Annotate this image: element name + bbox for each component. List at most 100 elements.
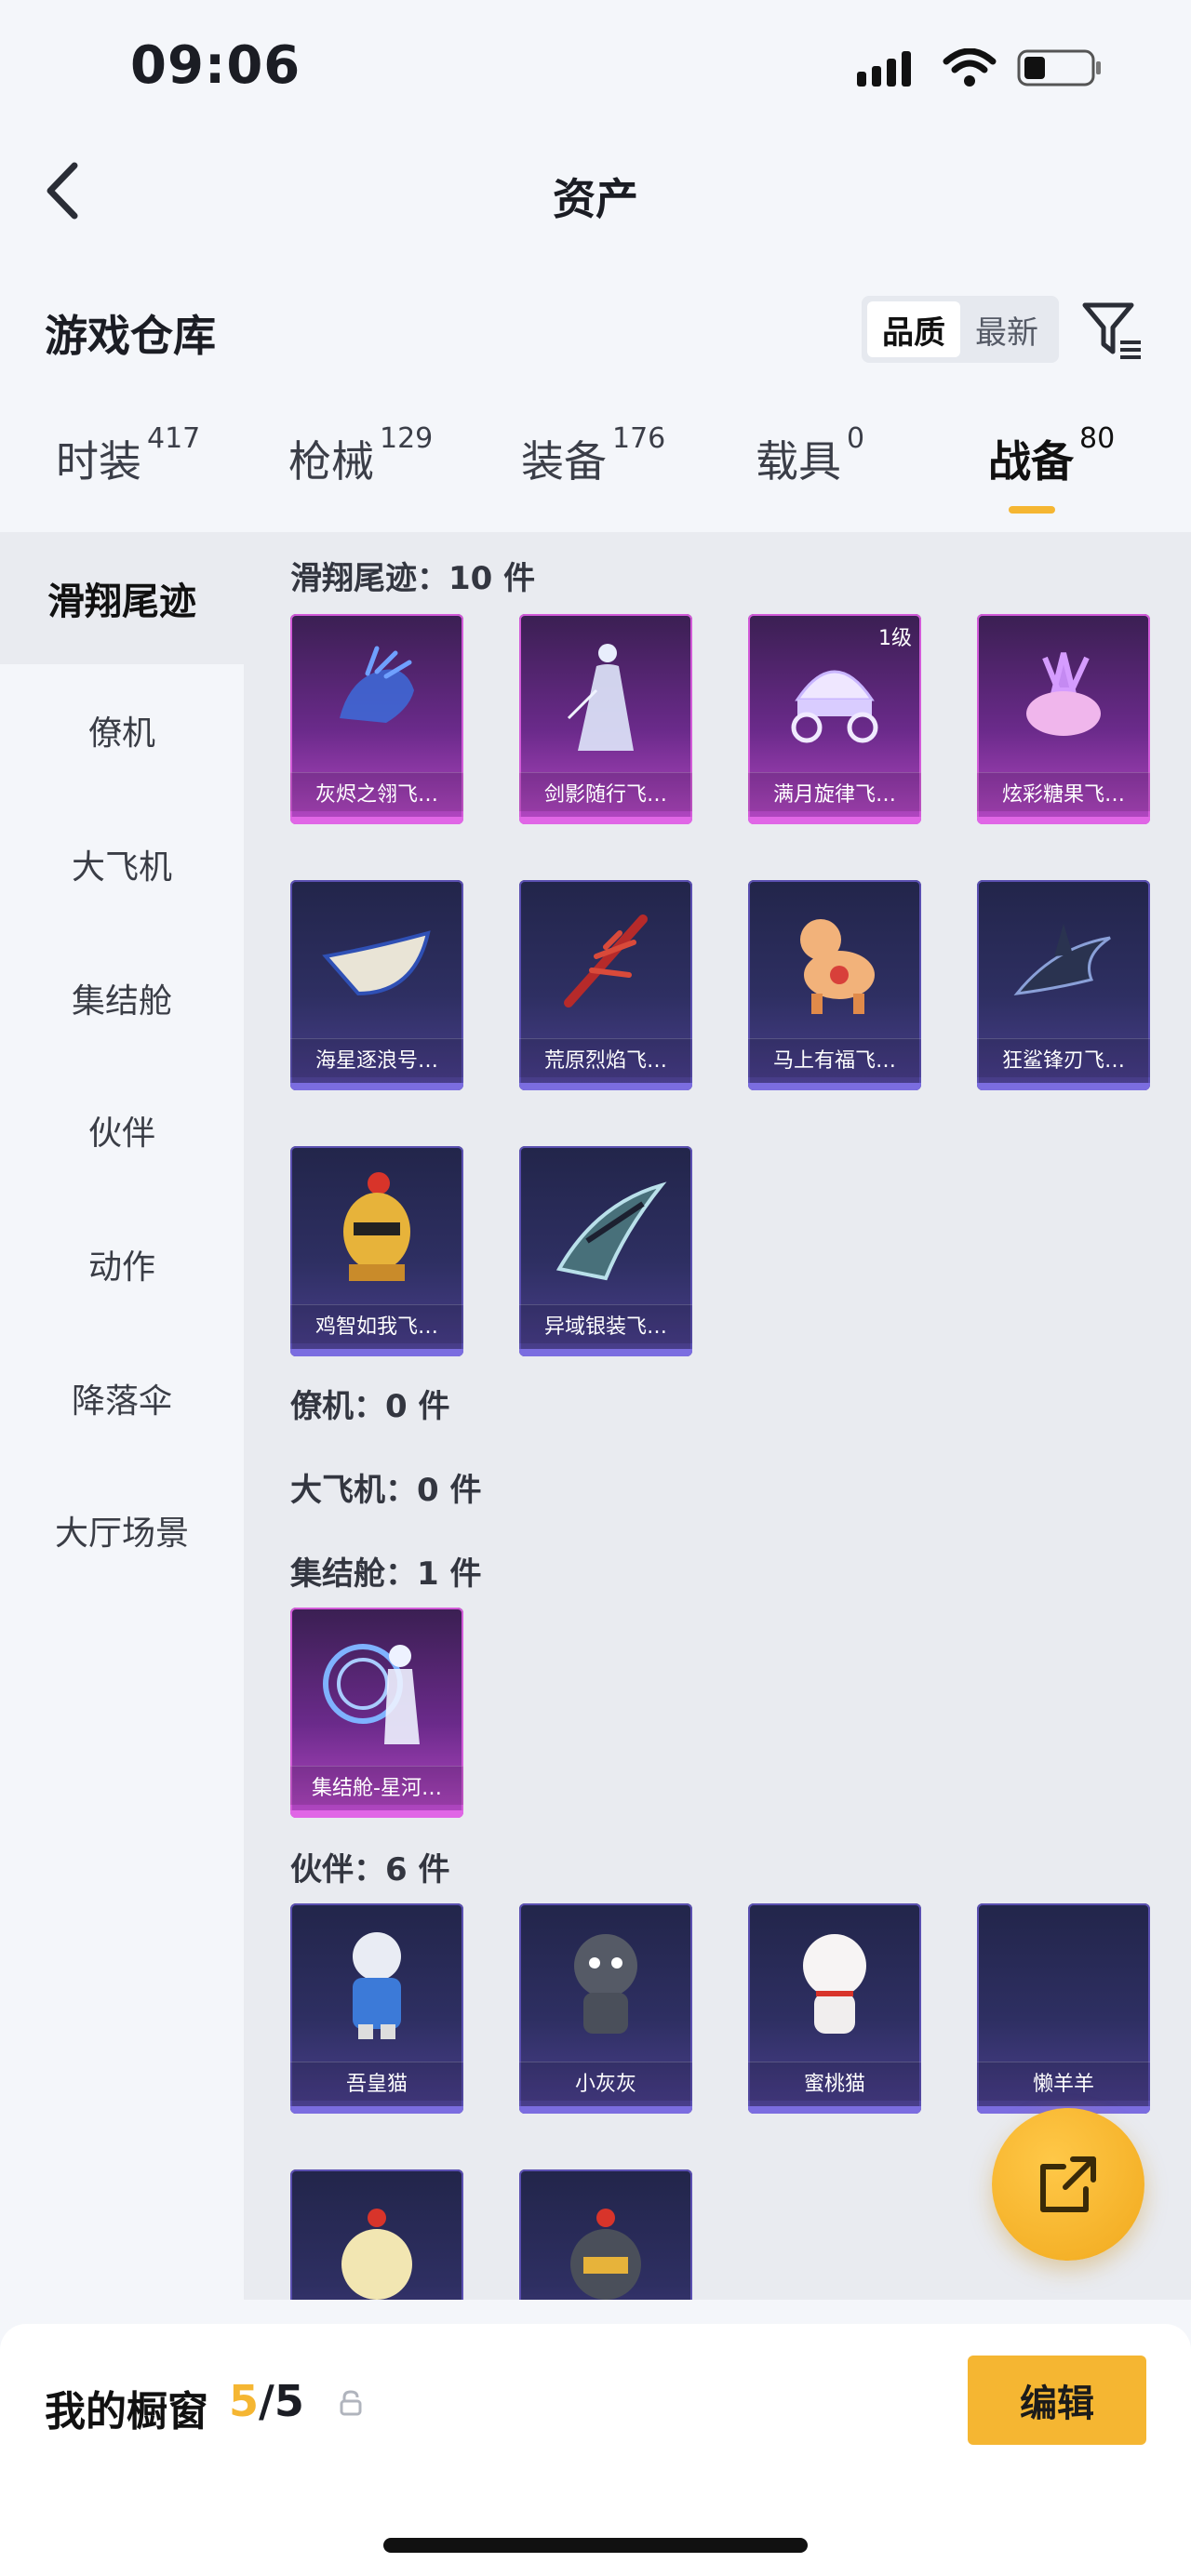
item-card[interactable]: 1级 满月旋律飞… [748,614,921,824]
status-time: 09:06 [130,35,301,96]
rarity-bar [748,2106,921,2114]
grey-wolf-icon [574,1934,637,2034]
chick-icon [341,2209,412,2300]
item-card[interactable]: 鸡智如我飞… [290,1146,463,1356]
tab-firearms[interactable]: 枪械 129 [288,422,433,489]
carriage-icon [791,670,878,743]
item-card[interactable]: 蜜桃猫 [748,1903,921,2114]
sort-newest-option[interactable]: 最新 [960,301,1053,357]
tab-count: 0 [847,422,865,455]
section-title-wingman: 僚机：0 件 [290,1388,450,1425]
item-card[interactable]: 异域银装飞… [519,1146,692,1356]
sort-toggle: 品质 最新 [862,296,1059,363]
rarity-bar [519,1349,692,1356]
tab-label: 枪械 [288,436,374,487]
warehouse-title: 游戏仓库 [45,311,216,361]
item-name: 鸡智如我飞… [290,1304,463,1343]
tab-count: 80 [1079,422,1116,455]
share-button[interactable] [992,2108,1144,2261]
rarity-bar [290,1349,463,1356]
item-name: 满月旋律飞… [748,772,921,811]
battery-icon [1017,49,1101,87]
tab-label: 载具 [756,436,841,487]
showcase-label: 我的橱窗 [45,2388,208,2436]
showcase-current: 5 [229,2376,260,2426]
sidebar-item-parachute[interactable]: 降落伞 [0,1332,244,1464]
sidebar-item-companion[interactable]: 伙伴 [0,1064,244,1196]
item-name: 炫彩糖果飞… [977,772,1150,811]
category-tabs: 时装 417 枪械 129 装备 176 载具 0 战备 80 [0,422,1191,530]
item-card[interactable]: 马上有福飞… [748,880,921,1090]
rarity-bar [519,2106,692,2114]
tab-vehicles[interactable]: 载具 0 [756,422,864,489]
item-card[interactable] [519,2169,692,2300]
sidebar-item-lobby-scene[interactable]: 大厅场景 [0,1464,244,1596]
tab-label: 装备 [521,436,607,487]
tab-count: 129 [380,422,434,455]
rarity-bar [290,817,463,824]
edit-button[interactable]: 编辑 [968,2356,1146,2445]
sidebar: 滑翔尾迹 僚机 大飞机 集结舱 伙伴 动作 降落伞 大厅场景 [0,532,244,2300]
tab-equipment[interactable]: 装备 176 [521,422,665,489]
tab-fashion[interactable]: 时装 417 [56,422,200,489]
tab-count: 417 [147,422,201,455]
item-name: 懒羊羊 [977,2062,1150,2101]
tab-label: 战备 [988,436,1074,487]
item-card[interactable]: 海星逐浪号… [290,880,463,1090]
rarity-bar [748,817,921,824]
showcase-count: 5/5 [229,2376,304,2426]
section-title-rally-pod: 集结舱：1 件 [290,1555,482,1593]
home-indicator [383,2538,808,2553]
peach-cat-icon [803,1934,866,2034]
sidebar-item-big-plane[interactable]: 大飞机 [0,798,244,930]
signal-icon [857,51,911,87]
item-card[interactable]: 狂鲨锋刃飞… [977,880,1150,1090]
item-name: 海星逐浪号… [290,1038,463,1077]
sidebar-item-emote[interactable]: 动作 [0,1198,244,1330]
filter-icon [1082,302,1141,359]
item-grid-panel: 滑翔尾迹：10 件 灰烬之翎飞… 剑影随行飞… 1级 满月旋律飞… 炫彩糖果飞…… [244,532,1191,2300]
item-card[interactable]: 吾皇猫 [290,1903,463,2114]
item-name: 马上有福飞… [748,1038,921,1077]
section-title-companion: 伙伴：6 件 [290,1851,450,1889]
showcase-bar: 我的橱窗 5/5 编辑 [0,2324,1191,2576]
boat-icon [322,930,431,996]
section-title-big-plane: 大飞机：0 件 [290,1472,482,1509]
section-title-glide-trail: 滑翔尾迹：10 件 [290,560,536,597]
item-name: 灰烬之翎飞… [290,772,463,811]
item-card[interactable]: 懒羊羊 [977,1903,1150,2114]
nav-bar: 资产 [0,140,1191,242]
sidebar-item-glide-trail[interactable]: 滑翔尾迹 [0,532,244,664]
item-name: 剑影随行飞… [519,772,692,811]
active-tab-indicator [1009,506,1055,514]
share-icon [1040,2156,1096,2212]
item-card[interactable]: 炫彩糖果飞… [977,614,1150,824]
sidebar-item-rally-pod[interactable]: 集结舱 [0,932,244,1064]
item-card[interactable]: 集结舱-星河… [290,1608,463,1818]
rarity-bar [290,2106,463,2114]
cat-figure-icon [353,1932,401,2039]
item-card[interactable]: 荒原烈焰飞… [519,880,692,1090]
rarity-bar [977,817,1150,824]
tab-label: 时装 [56,436,141,487]
status-bar: 09:06 [0,0,1191,140]
tab-battle-prep[interactable]: 战备 80 [988,422,1115,489]
filter-button[interactable] [1079,298,1144,363]
item-card[interactable]: 小灰灰 [519,1903,692,2114]
item-name: 小灰灰 [519,2062,692,2101]
sidebar-item-wingman[interactable]: 僚机 [0,664,244,796]
item-name: 异域银装飞… [519,1304,692,1343]
swordsman-icon [567,644,634,751]
sort-quality-option[interactable]: 品质 [867,301,960,357]
item-name: 蜜桃猫 [748,2062,921,2101]
item-name: 集结舱-星河… [290,1766,463,1805]
status-icons [857,48,1103,87]
item-card[interactable]: 灰烬之翎飞… [290,614,463,824]
rarity-bar [977,1083,1150,1090]
rarity-bar [290,1083,463,1090]
glove-icon [340,646,414,723]
shark-icon [1013,924,1111,995]
item-card[interactable] [290,2169,463,2300]
item-card[interactable]: 剑影随行飞… [519,614,692,824]
page-title: 资产 [553,174,638,224]
